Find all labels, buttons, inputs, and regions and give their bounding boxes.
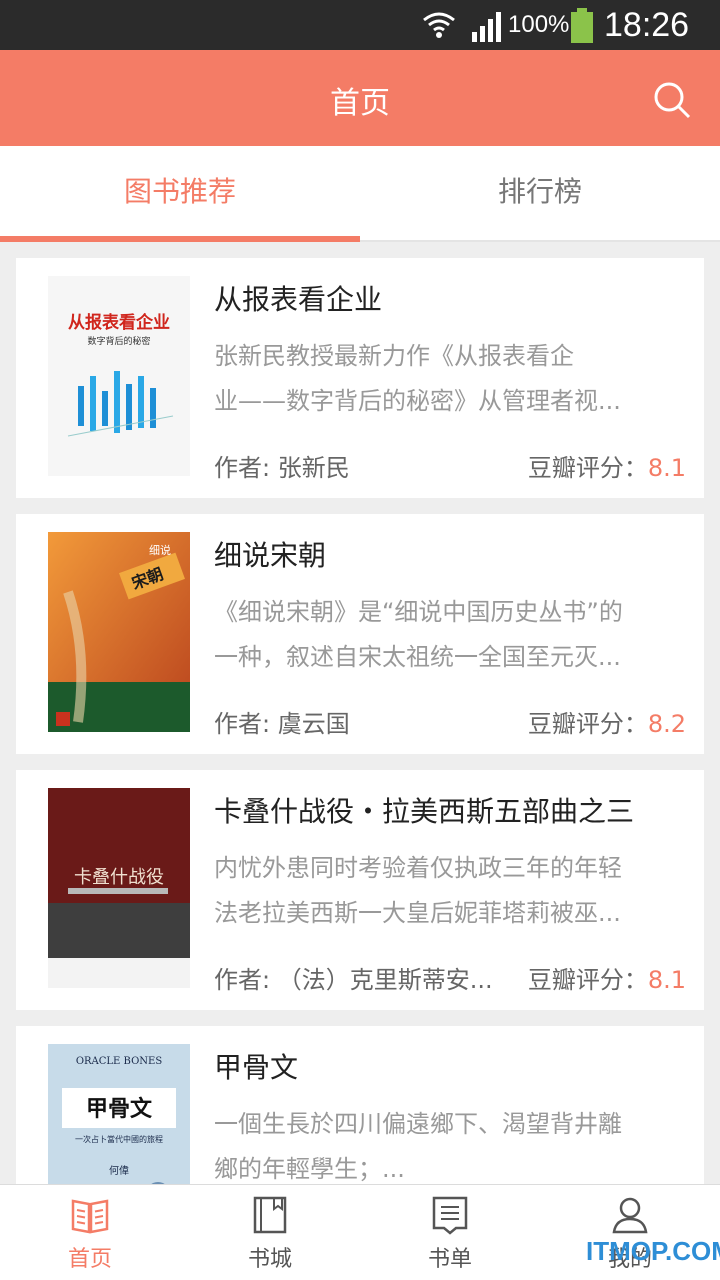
cover-title: 甲骨文 xyxy=(86,1096,153,1122)
book-rating: 豆瓣评分：8.1 xyxy=(528,960,686,995)
book-list[interactable]: 从报表看企业 数字背后的秘密 从报表看企业 张新民教授最新力作《从报表看企 业—… xyxy=(0,242,720,1184)
nav-bookstore[interactable]: 书城 xyxy=(180,1185,360,1280)
rating-score: 8.1 xyxy=(647,454,686,482)
cover-subtitle: 一次占卜當代中國的旅程 xyxy=(75,1134,163,1144)
battery-icon xyxy=(571,8,593,43)
tab-recommend[interactable]: 图书推荐 xyxy=(0,146,360,242)
rating-score: 8.2 xyxy=(647,710,686,738)
nav-label: 书单 xyxy=(427,1247,472,1272)
rating-score: 8.1 xyxy=(647,966,686,994)
description-line: 法老拉美西斯一大皇后妮菲塔莉被巫... xyxy=(214,899,621,927)
description-line: 业——数字背后的秘密》从管理者视... xyxy=(214,387,621,415)
person-icon xyxy=(612,1197,648,1234)
rating-label: 豆瓣评分： xyxy=(527,966,648,994)
list-icon xyxy=(432,1196,468,1235)
status-bar: 100% 18:26 xyxy=(0,0,720,50)
book-description: 内忧外患同时考验着仅执政三年的年轻 法老拉美西斯一大皇后妮菲塔莉被巫... xyxy=(214,846,684,938)
cover-title: 从报表看企业 xyxy=(68,312,170,333)
search-icon[interactable] xyxy=(652,80,692,120)
description-line: 内忧外患同时考验着仅执政三年的年轻 xyxy=(214,854,622,882)
description-line: 《细说宋朝》是“细说中国历史丛书”的 xyxy=(214,598,623,626)
book-rating: 豆瓣评分：8.1 xyxy=(528,448,686,483)
book-cover: 从报表看企业 数字背后的秘密 xyxy=(48,276,190,476)
book-author: 作者: 虞云国 xyxy=(214,710,350,738)
book-author: 作者: （法）克里斯蒂安... xyxy=(214,966,493,994)
book-card[interactable]: 宋朝 细说 细说宋朝 《细说宋朝》是“细说中国历史丛书”的 一种，叙述自宋太祖统… xyxy=(16,514,704,754)
battery-percent: 100% xyxy=(508,11,570,38)
description-line: 一种，叙述自宋太祖统一全国至元灭... xyxy=(214,643,621,671)
book-description: 一個生長於四川偏遠鄉下、渴望背井離 鄉的年輕學生；... xyxy=(214,1102,684,1184)
cover-title: 卡叠什战役 xyxy=(74,867,164,888)
description-line: 张新民教授最新力作《从报表看企 xyxy=(214,342,574,370)
rating-label: 豆瓣评分： xyxy=(527,710,648,738)
wifi-icon xyxy=(423,12,455,38)
book-description: 《细说宋朝》是“细说中国历史丛书”的 一种，叙述自宋太祖统一全国至元灭... xyxy=(214,590,684,682)
cover-english-title: ORACLE BONES xyxy=(76,1056,163,1067)
book-title: 卡叠什战役・拉美西斯五部曲之三 xyxy=(214,795,635,828)
clock: 18:26 xyxy=(604,6,690,44)
book-icon xyxy=(253,1196,287,1234)
description-line: 鄉的年輕學生；... xyxy=(214,1155,405,1183)
book-card[interactable]: 从报表看企业 数字背后的秘密 从报表看企业 张新民教授最新力作《从报表看企 业—… xyxy=(16,258,704,498)
book-description: 张新民教授最新力作《从报表看企 业——数字背后的秘密》从管理者视... xyxy=(214,334,684,426)
signal-icon xyxy=(472,12,501,42)
nav-booklist[interactable]: 书单 xyxy=(360,1185,540,1280)
book-cover: 卡叠什战役 xyxy=(48,788,190,988)
nav-label: 书城 xyxy=(247,1247,292,1272)
book-title: 甲骨文 xyxy=(214,1051,299,1084)
nav-label: 首页 xyxy=(67,1247,112,1272)
book-card[interactable]: ORACLE BONES 甲骨文 一次占卜當代中國的旅程 何偉 甲骨文 一個生長… xyxy=(16,1026,704,1184)
book-title: 从报表看企业 xyxy=(214,283,383,316)
cover-subtitle: 细说 xyxy=(149,543,171,557)
book-open-icon xyxy=(71,1199,109,1234)
book-title: 细说宋朝 xyxy=(214,539,327,572)
description-line: 一個生長於四川偏遠鄉下、渴望背井離 xyxy=(214,1110,622,1138)
tab-bar: 图书推荐 排行榜 xyxy=(0,146,720,242)
book-author: 作者: 张新民 xyxy=(214,454,350,482)
watermark: ITMOP.COM xyxy=(586,1236,720,1266)
book-card[interactable]: 卡叠什战役 卡叠什战役・拉美西斯五部曲之三 内忧外患同时考验着仅执政三年的年轻 … xyxy=(16,770,704,1010)
rating-label: 豆瓣评分： xyxy=(527,454,648,482)
book-rating: 豆瓣评分：8.2 xyxy=(528,704,686,739)
cover-author: 何偉 xyxy=(109,1164,129,1177)
nav-home[interactable]: 首页 xyxy=(0,1185,180,1280)
page-title: 首页 xyxy=(330,86,390,121)
book-cover: 宋朝 细说 xyxy=(48,532,190,732)
book-cover: ORACLE BONES 甲骨文 一次占卜當代中國的旅程 何偉 xyxy=(48,1044,190,1184)
app-bar: 首页 xyxy=(0,50,720,146)
tab-ranking[interactable]: 排行榜 xyxy=(360,146,720,242)
cover-subtitle: 数字背后的秘密 xyxy=(87,335,150,347)
